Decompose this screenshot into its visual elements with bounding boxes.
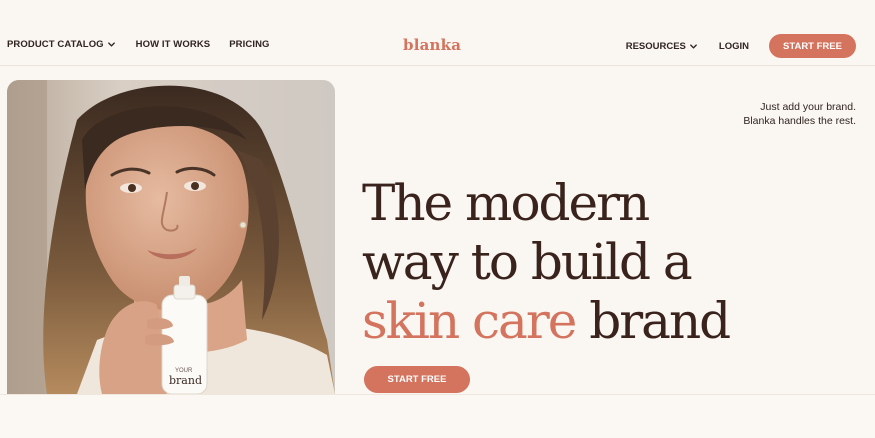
- nav-product-catalog[interactable]: PRODUCT CATALOG: [7, 39, 116, 50]
- site-header: PRODUCT CATALOG HOW IT WORKS PRICING bla…: [0, 0, 875, 66]
- headline-line-1: The modern: [362, 174, 650, 232]
- nav-resources[interactable]: RESOURCES: [626, 41, 698, 52]
- primary-nav: PRODUCT CATALOG HOW IT WORKS PRICING: [7, 39, 270, 50]
- hero-image: YOUR brand: [7, 80, 335, 394]
- headline-end: brand: [589, 292, 731, 350]
- headline-accent: skin care: [362, 292, 577, 350]
- hero-tagline: Just add your brand. Blanka handles the …: [743, 100, 856, 128]
- nav-login[interactable]: LOGIN: [719, 41, 749, 52]
- nav-product-catalog-label: PRODUCT CATALOG: [7, 39, 104, 50]
- secondary-nav: RESOURCES LOGIN START FREE: [626, 34, 875, 58]
- tagline-line-1: Just add your brand.: [760, 101, 856, 113]
- chevron-down-icon: [690, 43, 697, 49]
- header-start-free-button[interactable]: START FREE: [769, 34, 856, 58]
- hero-photo-illustration: YOUR brand: [7, 80, 335, 394]
- hero-start-free-button[interactable]: START FREE: [364, 366, 470, 393]
- tagline-line-2: Blanka handles the rest.: [743, 115, 856, 127]
- brand-logo[interactable]: blanka: [403, 36, 461, 54]
- nav-how-it-works[interactable]: HOW IT WORKS: [136, 39, 211, 50]
- next-section-edge: [0, 394, 875, 438]
- nav-resources-label: RESOURCES: [625, 40, 686, 52]
- nav-how-it-works-label: HOW IT WORKS: [135, 39, 211, 50]
- nav-pricing-label: PRICING: [229, 39, 270, 50]
- hero-headline: The modern way to build a skin care bran…: [362, 174, 842, 351]
- nav-pricing[interactable]: PRICING: [229, 39, 269, 50]
- chevron-down-icon: [107, 42, 115, 47]
- bottle-label-brand: brand: [169, 374, 202, 387]
- headline-line-2: way to build a: [362, 233, 693, 291]
